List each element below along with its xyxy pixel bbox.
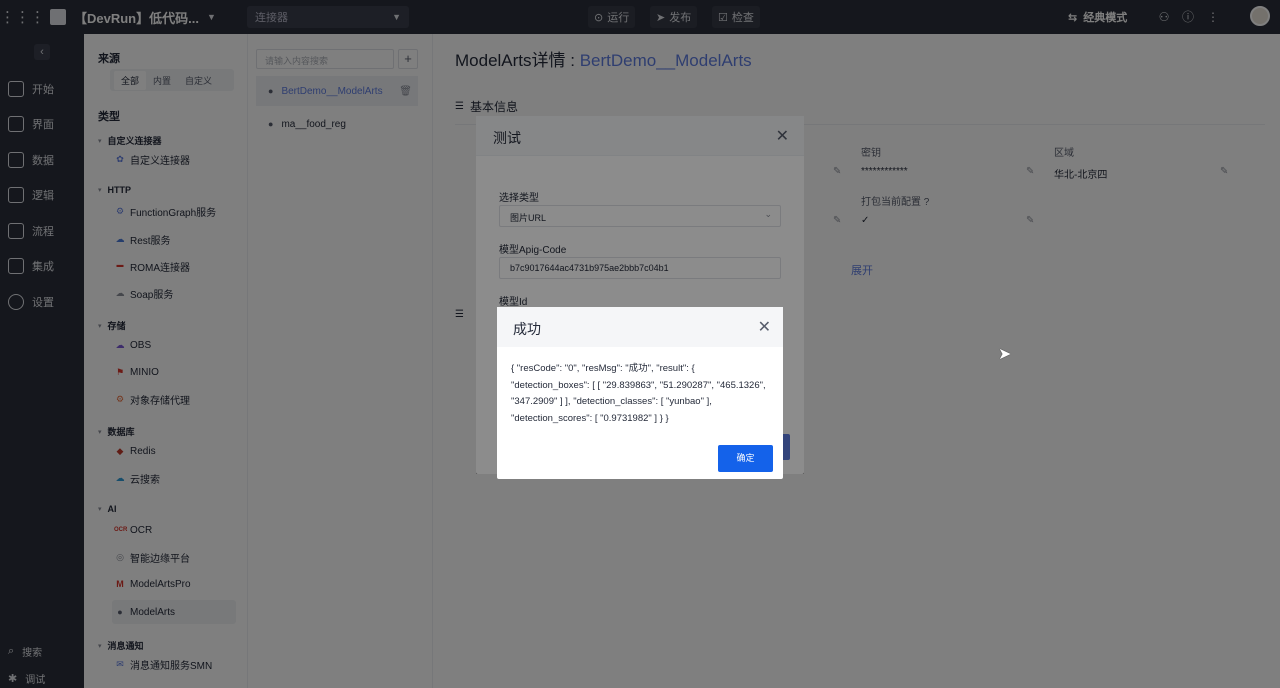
result-body: { "resCode": "0", "resMsg": "成功", "resul… [511,363,766,424]
close-icon[interactable]: ✕ [758,317,771,337]
ok-button[interactable]: 确定 [718,445,773,472]
success-dialog: 成功 ✕ { "resCode": "0", "resMsg": "成功", "… [497,307,783,479]
mouse-cursor-icon: ➤ [998,346,1012,363]
dialog-title: 成功 [513,321,541,337]
